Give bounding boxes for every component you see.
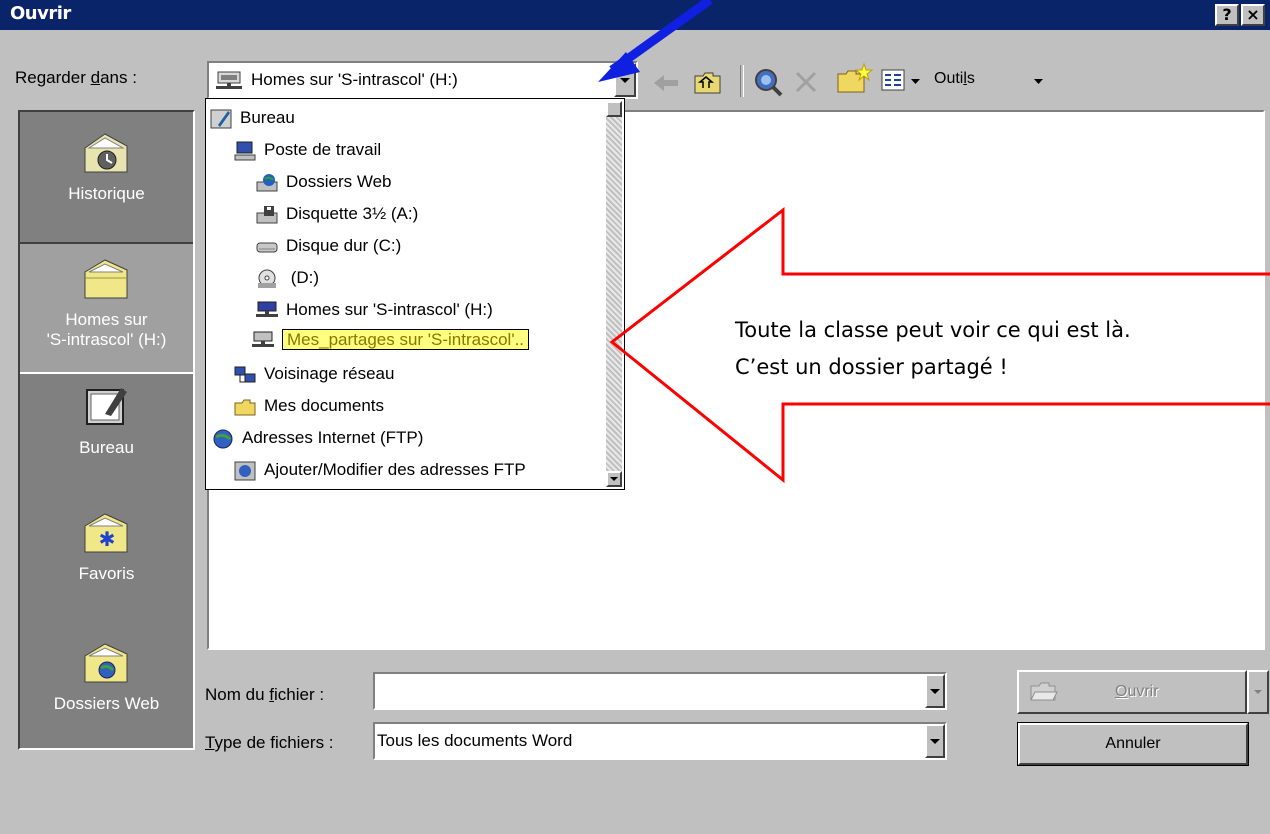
pointer-arrow-icon: [598, 0, 713, 82]
